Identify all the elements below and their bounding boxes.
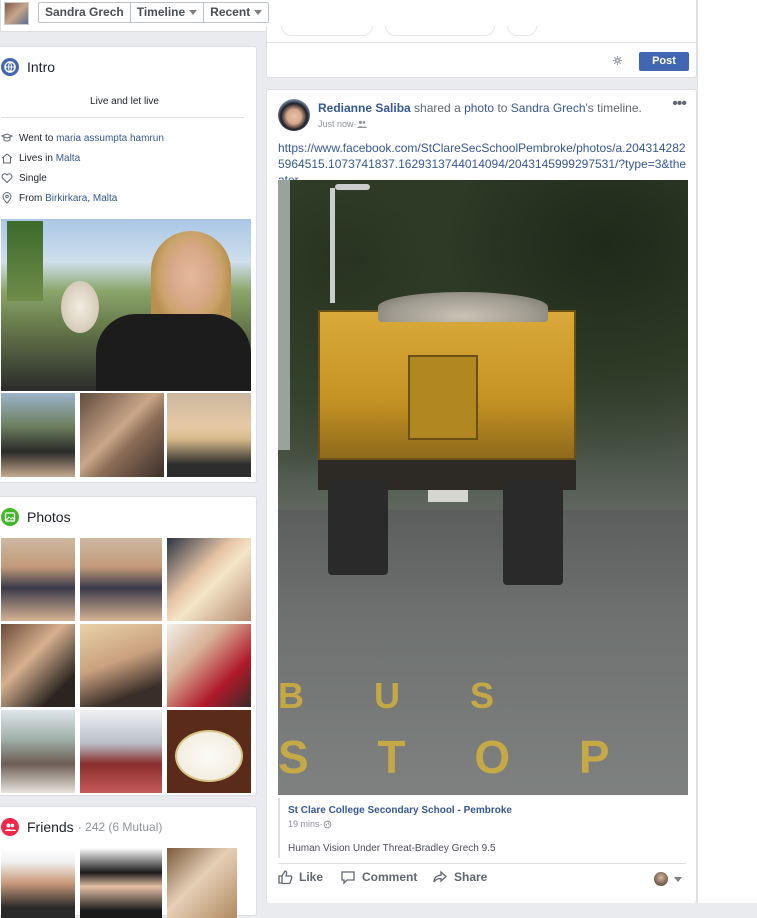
globe-icon <box>1 58 19 76</box>
friends-icon <box>1 818 19 836</box>
intro-education-row: Went to maria assumpta hamrun <box>1 132 164 144</box>
shared-source-box: St Clare College Secondary School - Pemb… <box>278 798 688 858</box>
composer-option[interactable] <box>507 26 537 36</box>
photo-thumb[interactable] <box>167 624 251 707</box>
composer-option[interactable] <box>385 26 495 36</box>
page-edge <box>697 0 757 903</box>
home-icon <box>1 153 13 164</box>
friends-title: Friends <box>27 819 74 835</box>
source-timestamp[interactable]: 19 mins <box>288 819 320 829</box>
tab-label: Recent <box>210 5 251 19</box>
friends-card: Friends · 242 (6 Mutual) <box>0 806 257 918</box>
tab-label: Timeline <box>136 5 186 19</box>
intro-header: Intro <box>1 58 55 76</box>
intro-title: Intro <box>27 59 56 75</box>
avatar <box>654 872 668 886</box>
share-button[interactable]: Share <box>432 869 487 885</box>
audience-friends-icon[interactable] <box>356 120 367 128</box>
intro-prefix: From <box>19 192 46 204</box>
photo-thumb[interactable] <box>80 710 162 793</box>
photos-header: Photos <box>1 508 71 526</box>
chevron-down-icon <box>674 876 682 882</box>
profile-tabs: Sandra Grech Timeline Recent <box>38 2 270 23</box>
comment-bubble-icon <box>341 871 355 885</box>
intro-lives-row: Lives in Malta <box>1 152 80 164</box>
divider <box>267 42 696 43</box>
featured-photo-4[interactable] <box>167 393 251 477</box>
graduation-cap-icon <box>1 133 13 142</box>
author-name-link[interactable]: Redianne Saliba <box>318 101 411 115</box>
friend-photo[interactable] <box>80 848 162 918</box>
school-link[interactable]: maria assumpta hamrun <box>56 133 164 144</box>
tab-profile-name[interactable]: Sandra Grech <box>39 3 131 22</box>
intro-prefix: Went to <box>19 132 57 144</box>
photos-icon <box>1 508 19 526</box>
lives-link[interactable]: Malta <box>56 153 80 164</box>
tab-label: Sandra Grech <box>45 5 124 19</box>
photo-thumb[interactable] <box>1 538 75 621</box>
friend-photo[interactable] <box>167 848 237 918</box>
composer-option[interactable] <box>281 26 373 36</box>
intro-from-row: From Birkirkara, Malta <box>1 192 117 204</box>
thumbs-up-icon <box>278 870 293 885</box>
comment-button[interactable]: Comment <box>340 869 417 885</box>
source-caption: Human Vision Under Threat-Bradley Grech … <box>288 843 496 854</box>
road-marking-stop: S T O P <box>278 731 638 783</box>
featured-photo-3[interactable] <box>80 393 164 477</box>
chevron-down-icon <box>189 10 198 15</box>
intro-bio: Live and let live <box>90 96 159 107</box>
post-meta: Just now · <box>318 119 367 129</box>
friend-photo[interactable] <box>1 848 75 918</box>
friends-count: · 242 (6 Mutual) <box>77 820 163 834</box>
author-avatar[interactable] <box>278 99 310 131</box>
timeline-owner-link[interactable]: Sandra Grech <box>511 101 586 115</box>
featured-photo-main[interactable] <box>1 219 251 391</box>
intro-relationship-row: Single <box>1 172 47 184</box>
post-as-selector[interactable] <box>654 872 682 886</box>
intro-prefix: Lives in <box>19 152 56 164</box>
tab-recent[interactable]: Recent <box>204 3 268 22</box>
intro-card: Intro Live and let live Went to maria as… <box>0 46 257 483</box>
divider <box>278 863 686 864</box>
photo-thumb[interactable] <box>80 538 162 621</box>
country-link[interactable]: Malta <box>93 193 117 204</box>
source-page-link[interactable]: St Clare College Secondary School - Pemb… <box>288 805 512 816</box>
profile-thumbnail[interactable] <box>4 2 29 25</box>
chevron-down-icon <box>254 10 263 15</box>
photo-link[interactable]: photo <box>464 101 494 115</box>
road-marking-bus: B U S <box>278 675 525 716</box>
settings-gear-icon[interactable] <box>612 55 623 66</box>
post-card: Redianne Saliba shared a photo to Sandra… <box>266 89 697 903</box>
post-header-line: Redianne Saliba shared a photo to Sandra… <box>318 101 642 115</box>
photo-thumb[interactable] <box>80 624 162 707</box>
source-meta: 19 mins · <box>288 819 332 829</box>
photo-thumb[interactable] <box>167 710 251 793</box>
featured-photo-2[interactable] <box>1 393 75 477</box>
post-button[interactable]: Post <box>639 52 689 71</box>
location-pin-icon <box>2 192 12 204</box>
post-timestamp[interactable]: Just now <box>318 119 354 129</box>
photos-card: Photos <box>0 496 257 796</box>
divider <box>1 117 244 118</box>
photos-title: Photos <box>27 509 71 525</box>
heart-icon <box>1 173 13 184</box>
public-globe-icon <box>323 820 331 828</box>
shared-photo[interactable]: B U S S T O P <box>278 180 688 795</box>
photo-thumb[interactable] <box>1 710 75 793</box>
composer-card: Post <box>266 26 697 78</box>
more-options-icon[interactable]: ••• <box>672 96 687 112</box>
share-arrow-icon <box>433 870 447 883</box>
like-button[interactable]: Like <box>277 869 323 885</box>
tab-timeline[interactable]: Timeline <box>131 3 205 22</box>
hometown-link[interactable]: Birkirkara <box>45 193 87 204</box>
photo-thumb[interactable] <box>1 624 75 707</box>
photo-thumb[interactable] <box>167 538 251 621</box>
relationship-status: Single <box>19 172 47 184</box>
friends-header: Friends · 242 (6 Mutual) <box>1 818 162 836</box>
